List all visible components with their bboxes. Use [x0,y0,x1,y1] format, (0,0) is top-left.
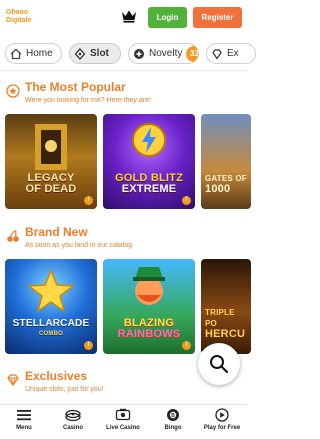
game-title-1: LEGACY OF DEAD [25,172,77,195]
tab-slot[interactable]: Slot [69,43,121,64]
nav-play-for-free-label: Play for Free [203,425,241,431]
game-card-gold-blitz-extreme[interactable]: GOLD BLITZ EXTREME i [103,114,195,209]
exclusive-icon [212,48,222,60]
site-logo[interactable]: Ghaoo Digitale [6,7,36,27]
home-icon [10,48,22,59]
nav-live-casino-label: Live Casino [106,425,140,431]
cherries-icon [7,229,19,242]
slot-icon [74,47,86,60]
game-title-2: GOLD BLITZ EXTREME [115,172,183,195]
star-artwork [27,269,75,313]
section-subtitle-exclusives: Unique slots, just for you! [25,386,104,393]
nav-bingo-label: Bingo [164,425,182,431]
info-icon[interactable]: i [182,341,191,350]
section-subtitle-popular: Were you looking for me? Here they are! [25,97,151,104]
game-card-triple-power-hercules[interactable]: TRIPLE PO HERCU [201,259,251,354]
logo-line-1: Ghaoo [6,9,29,16]
info-icon[interactable]: i [84,196,93,205]
crown-icon[interactable] [121,9,137,23]
nav-bingo[interactable]: B Bingo [149,408,197,438]
star-circle-icon [6,84,20,98]
bingo-icon: B [167,409,179,421]
section-title-exclusives: Exclusives [25,369,88,383]
game-title-4: STELLARCADE COMBO [12,318,90,337]
nav-menu[interactable]: Menu [0,408,48,438]
game-card-stellarcade[interactable]: STELLARCADE COMBO i [5,259,97,354]
novelty-count-badge: 32 [186,45,198,62]
game-card-gates-of[interactable]: GATES OF 1000 [201,114,251,209]
nav-casino[interactable]: Casino [49,408,97,438]
tab-exclusives-label: Ex [227,48,239,59]
logo-line-2: Digitale [6,17,32,24]
play-free-icon [215,408,229,422]
tab-novelty-label: Novelty [149,48,183,59]
nav-play-for-free[interactable]: Play for Free [198,408,246,438]
tab-novelty[interactable]: Novelty 32 [128,43,199,64]
tomb-artwork [35,124,67,170]
nav-live-casino[interactable]: Live Casino [99,408,147,438]
casino-icon [65,409,81,422]
bottom-navigation: Menu Casino Live Casino B Bingo Play for… [0,404,247,439]
game-card-blazing-rainbows[interactable]: BLAZING RAINBOWS i [103,259,195,354]
diamond-icon [7,374,19,387]
info-icon[interactable]: i [84,341,93,350]
nav-casino-label: Casino [62,425,83,431]
info-icon[interactable]: i [182,196,191,205]
nav-menu-label: Menu [16,425,32,431]
game-title-3: GATES OF 1000 [205,174,247,195]
svg-text:B: B [171,413,175,419]
game-card-legacy-of-dead[interactable]: LEGACY OF DEAD i [5,114,97,209]
game-title-6: TRIPLE PO HERCU [205,308,246,340]
section-title-new: Brand New [25,225,88,239]
menu-icon [17,410,31,421]
search-button[interactable] [198,343,240,385]
tab-slot-label: Slot [90,48,109,59]
tabs-divider [0,70,247,71]
category-tabs: Home Slot Novelty 32 Ex [0,38,256,68]
live-casino-icon [115,408,131,421]
section-subtitle-new: As soon as you land in our catalog [25,242,133,249]
tab-home[interactable]: Home [5,43,62,64]
tab-home-label: Home [26,48,53,59]
lightning-coin-artwork [132,123,166,157]
leprechaun-artwork [133,267,165,305]
top-header: Ghaoo Digitale Login Register [0,0,247,36]
search-icon [210,355,229,374]
section-title-popular: The Most Popular [25,80,126,94]
tab-exclusives[interactable]: Ex [206,43,256,64]
register-button[interactable]: Register [193,7,242,28]
novelty-icon [134,48,144,59]
login-button[interactable]: Login [148,7,187,28]
game-title-5: BLAZING RAINBOWS [117,317,181,340]
